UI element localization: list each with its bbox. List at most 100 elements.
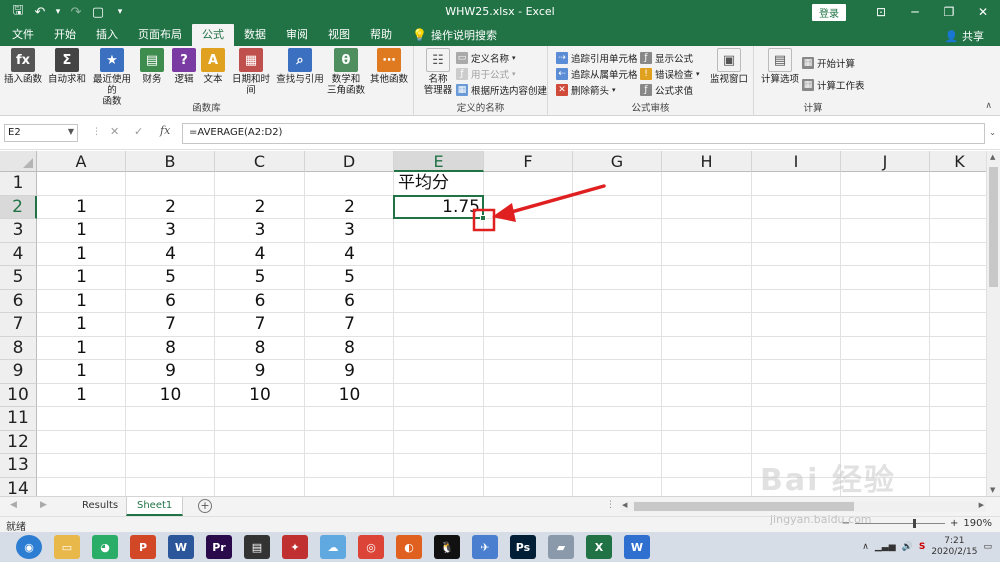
column-header-G[interactable]: G bbox=[573, 151, 662, 172]
cell-D6[interactable]: 6 bbox=[305, 290, 394, 313]
column-header-C[interactable]: C bbox=[215, 151, 305, 172]
watch-window-button[interactable]: ▣ 监视窗口 bbox=[708, 48, 750, 85]
tab-2[interactable]: 插入 bbox=[86, 24, 128, 46]
function-library-button-7[interactable]: ⌕ 查找与引用 bbox=[276, 48, 324, 85]
zoom-slider-knob[interactable] bbox=[913, 519, 917, 528]
row-header-9[interactable]: 9 bbox=[0, 360, 37, 384]
tab-1[interactable]: 开始 bbox=[44, 24, 86, 46]
wps-icon[interactable]: W bbox=[624, 535, 650, 559]
cloud-icon[interactable]: ☁ bbox=[320, 535, 346, 559]
remove-arrows-button[interactable]: ✕ 删除箭头 ▾ bbox=[556, 83, 616, 97]
customize-qat-icon[interactable]: ▾ bbox=[112, 7, 128, 17]
cell-A8[interactable]: 1 bbox=[37, 337, 126, 360]
zoom-level[interactable]: 190% bbox=[963, 518, 992, 529]
column-header-H[interactable]: H bbox=[662, 151, 752, 172]
use-in-formula-button[interactable]: ƒ 用于公式 ▾ bbox=[456, 67, 516, 81]
input-method-icon[interactable]: S bbox=[919, 542, 925, 552]
tell-me-search[interactable]: 💡 操作说明搜索 bbox=[402, 24, 497, 46]
app-orange-icon[interactable]: ◐ bbox=[396, 535, 422, 559]
row-header-12[interactable]: 12 bbox=[0, 430, 37, 454]
column-header-A[interactable]: A bbox=[37, 151, 126, 172]
media-icon[interactable]: ✦ bbox=[282, 535, 308, 559]
formula-bar-grip-icon[interactable]: ⋮ bbox=[92, 127, 101, 137]
row-header-10[interactable]: 10 bbox=[0, 383, 37, 407]
row-header-13[interactable]: 13 bbox=[0, 454, 37, 478]
create-from-selection-button[interactable]: ▦ 根据所选内容创建 bbox=[456, 83, 547, 97]
sheet-tab-1[interactable]: Sheet1 bbox=[126, 497, 184, 516]
cell-B6[interactable]: 6 bbox=[126, 290, 215, 313]
horizontal-scrollbar[interactable]: ◀ ▶ bbox=[620, 501, 986, 512]
row-header-11[interactable]: 11 bbox=[0, 407, 37, 431]
cell-C10[interactable]: 10 bbox=[215, 384, 305, 407]
close-button[interactable]: ✕ bbox=[966, 5, 1000, 19]
qq-icon[interactable]: 🐧 bbox=[434, 535, 460, 559]
new-file-icon[interactable]: ▢ bbox=[90, 5, 106, 20]
define-name-button[interactable]: ▭ 定义名称 ▾ bbox=[456, 51, 516, 65]
column-header-K[interactable]: K bbox=[930, 151, 986, 172]
cell-D2[interactable]: 2 bbox=[305, 196, 394, 219]
expand-formula-bar-icon[interactable]: ⌄ bbox=[989, 128, 996, 137]
undo-dropdown-icon[interactable]: ▾ bbox=[54, 7, 62, 17]
cell-A10[interactable]: 1 bbox=[37, 384, 126, 407]
explorer-icon[interactable]: ▭ bbox=[54, 535, 80, 559]
function-library-button-1[interactable]: Σ 自动求和 bbox=[46, 48, 88, 85]
premiere-icon[interactable]: Pr bbox=[206, 535, 232, 559]
cell-A3[interactable]: 1 bbox=[37, 219, 126, 242]
sheet-nav-next-icon[interactable]: ▶ bbox=[40, 500, 47, 510]
cell-A9[interactable]: 1 bbox=[37, 360, 126, 383]
column-header-D[interactable]: D bbox=[305, 151, 394, 172]
error-checking-button[interactable]: ! 错误检查 ▾ bbox=[640, 67, 700, 81]
scroll-right-icon[interactable]: ▶ bbox=[979, 501, 984, 509]
browser-icon[interactable]: ◉ bbox=[16, 535, 42, 559]
cell-B4[interactable]: 4 bbox=[126, 243, 215, 266]
function-library-button-9[interactable]: ⋯ 其他函数 bbox=[368, 48, 410, 85]
name-manager-button[interactable]: ☷ 名称 管理器 bbox=[420, 48, 456, 96]
save-icon[interactable]: 🖫 bbox=[10, 1, 26, 23]
network-icon[interactable]: ▁▃▅ bbox=[875, 542, 896, 552]
cell-C5[interactable]: 5 bbox=[215, 266, 305, 289]
worksheet-grid[interactable]: A B C D E F G H I J K 1 2 3 4 5 6 7 8 9 10 11 12 13 14 平均分 1.75 1 2 2… bbox=[0, 151, 986, 496]
cell-D9[interactable]: 9 bbox=[305, 360, 394, 383]
column-header-J[interactable]: J bbox=[841, 151, 930, 172]
row-header-14[interactable]: 14 bbox=[0, 477, 37, 496]
calculate-sheet-button[interactable]: ▦ 计算工作表 bbox=[802, 78, 865, 92]
cell-C2[interactable]: 2 bbox=[215, 196, 305, 219]
function-library-button-2[interactable]: ★ 最近使用的 函数 bbox=[90, 48, 134, 107]
evaluate-formula-button[interactable]: ƒ 公式求值 bbox=[640, 83, 693, 97]
select-all-corner[interactable] bbox=[0, 151, 37, 172]
photoshop-icon[interactable]: Ps bbox=[510, 535, 536, 559]
undo-icon[interactable]: ↶ bbox=[32, 5, 48, 20]
row-header-8[interactable]: 8 bbox=[0, 336, 37, 360]
column-header-I[interactable]: I bbox=[752, 151, 841, 172]
cell-B3[interactable]: 3 bbox=[126, 219, 215, 242]
sheet-tab-0[interactable]: Results bbox=[72, 497, 128, 516]
tab-7[interactable]: 视图 bbox=[318, 24, 360, 46]
tab-8[interactable]: 帮助 bbox=[360, 24, 402, 46]
chrome-icon[interactable]: ◎ bbox=[358, 535, 384, 559]
column-header-B[interactable]: B bbox=[126, 151, 215, 172]
tab-3[interactable]: 页面布局 bbox=[128, 24, 192, 46]
cell-C7[interactable]: 7 bbox=[215, 313, 305, 336]
cell-D4[interactable]: 4 bbox=[305, 243, 394, 266]
cell-D5[interactable]: 5 bbox=[305, 266, 394, 289]
cell-D8[interactable]: 8 bbox=[305, 337, 394, 360]
excel-icon[interactable]: X bbox=[586, 535, 612, 559]
row-header-5[interactable]: 5 bbox=[0, 266, 37, 290]
cell-C6[interactable]: 6 bbox=[215, 290, 305, 313]
row-header-7[interactable]: 7 bbox=[0, 313, 37, 337]
cell-E1[interactable]: 平均分 bbox=[394, 172, 484, 195]
vertical-scrollbar[interactable]: ▲ ▼ bbox=[986, 151, 1000, 496]
cell-B5[interactable]: 5 bbox=[126, 266, 215, 289]
insert-function-icon[interactable]: fx bbox=[160, 124, 170, 137]
function-library-button-5[interactable]: A 文本 bbox=[200, 48, 226, 85]
cancel-icon[interactable]: ✕ bbox=[110, 125, 119, 138]
cell-A4[interactable]: 1 bbox=[37, 243, 126, 266]
scroll-up-icon[interactable]: ▲ bbox=[990, 153, 995, 161]
trace-precedents-button[interactable]: ⇢ 追踪引用单元格 bbox=[556, 51, 638, 65]
cell-A7[interactable]: 1 bbox=[37, 313, 126, 336]
cell-C8[interactable]: 8 bbox=[215, 337, 305, 360]
function-library-button-4[interactable]: ? 逻辑 bbox=[170, 48, 198, 85]
calculation-options-button[interactable]: ▤ 计算选项 bbox=[760, 48, 800, 85]
cell-C4[interactable]: 4 bbox=[215, 243, 305, 266]
app-blue-icon[interactable]: ✈ bbox=[472, 535, 498, 559]
